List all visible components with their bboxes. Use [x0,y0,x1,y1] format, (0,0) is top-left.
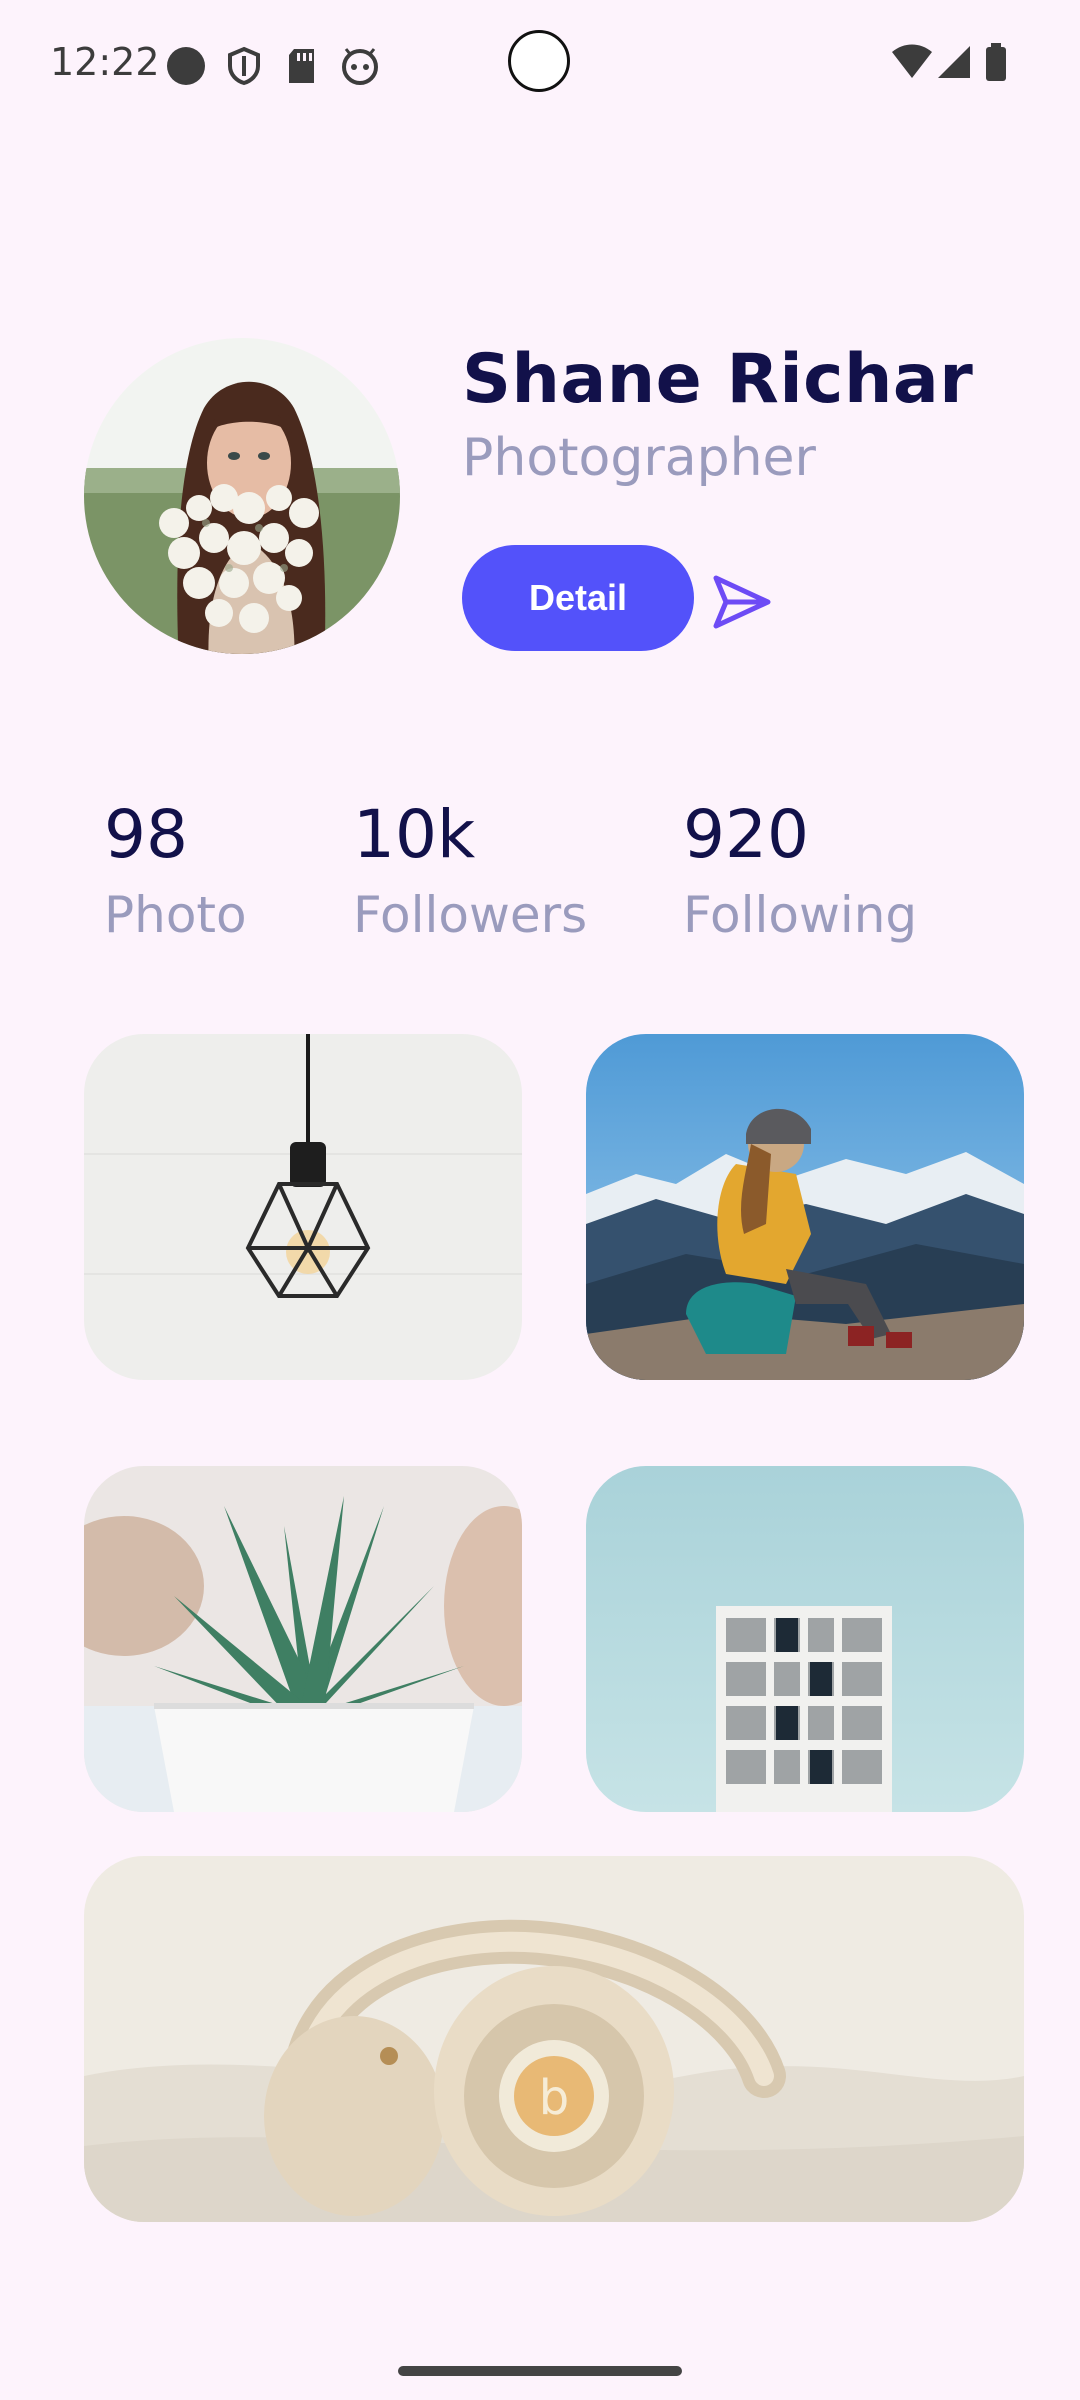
stat-following-label: Following [683,886,918,944]
gallery-item-mountain-hiker[interactable] [586,1034,1024,1380]
stat-followers-value: 10k [353,796,476,873]
wifi-icon [892,44,932,78]
camera-cutout [508,30,570,92]
battery-icon [986,43,1006,81]
avatar-photo [84,338,400,654]
status-bar: 12:22 [0,0,1080,130]
pendant-lamp-photo [84,1034,522,1380]
gallery-item-headphones[interactable]: b [84,1856,1024,2222]
svg-text:b: b [539,2070,569,2126]
stat-following-value: 920 [683,796,809,873]
detail-button[interactable]: Detail [462,545,694,651]
headphones-photo: b [84,1856,1024,2222]
gallery-item-pendant-lamp[interactable] [84,1034,522,1380]
notification-dot-icon [167,47,205,85]
home-indicator[interactable] [398,2366,682,2376]
stat-photo-label: Photo [104,886,247,944]
sd-card-icon [289,49,314,83]
gallery-item-succulent[interactable] [84,1466,522,1812]
profile-name: Shane Richar [462,340,974,419]
send-icon[interactable] [710,570,774,634]
stat-photo-value: 98 [104,796,188,873]
succulent-plant-photo [84,1466,522,1812]
avatar[interactable] [84,338,400,654]
mountain-hiker-photo [586,1034,1024,1380]
robot-face-icon [342,48,378,85]
shield-icon [228,46,260,86]
building-window-photo [586,1466,1024,1812]
stat-followers-label: Followers [353,886,588,944]
cellular-signal-icon [938,46,970,78]
gallery-item-building[interactable] [586,1466,1024,1812]
profile-role: Photographer [462,428,816,488]
status-time: 12:22 [50,40,160,84]
